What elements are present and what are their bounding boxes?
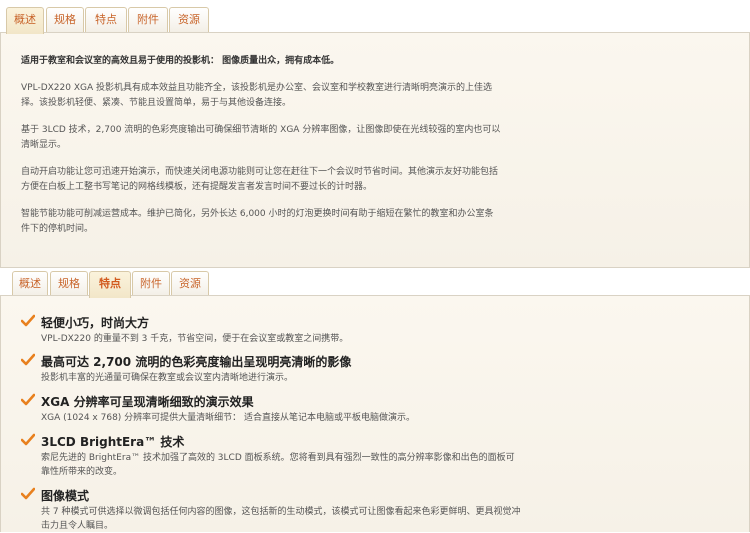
tab-overview[interactable]: 概述 — [6, 7, 44, 34]
tab-specs[interactable]: 规格 — [46, 7, 84, 32]
tab-features[interactable]: 特点 — [89, 271, 131, 298]
tab-overview[interactable]: 概述 — [12, 271, 48, 296]
tab-features[interactable]: 特点 — [85, 7, 127, 32]
feature-title: 图像模式 — [41, 489, 90, 503]
overview-paragraph-4: 智能节能功能可削减运营成本。维护已简化，另外长达 6,000 小时的灯泡更换时间… — [21, 209, 494, 234]
checkmark-icon — [21, 314, 35, 327]
checkmark-icon — [21, 353, 35, 366]
feature-title: 3LCD BrightEra™ 技术 — [41, 435, 185, 449]
feature-title: 轻便小巧，时尚大方 — [41, 316, 150, 330]
checkmark-icon — [21, 393, 35, 406]
checkmark-icon — [21, 433, 35, 446]
feature-description: 索尼先进的 BrightEra™ 技术加强了高效的 3LCD 面板系统。您将看到… — [41, 453, 515, 477]
feature-description: XGA (1024 x 768) 分辨率可提供大量清晰细节： 适合直接从笔记本电… — [41, 413, 416, 423]
feature-title: XGA 分辨率可呈现清晰细致的演示效果 — [41, 395, 254, 409]
overview-paragraph-1: VPL-DX220 XGA 投影机具有成本效益且功能齐全，该投影机是办公室、会议… — [21, 83, 492, 108]
overview-paragraph-2: 基于 3LCD 技术，2,700 流明的色彩亮度输出可确保细节清晰的 XGA 分… — [21, 125, 501, 150]
tab-specs[interactable]: 规格 — [50, 271, 88, 296]
feature-description: 共 7 种模式可供选择以微调包括任何内容的图像，这包括新的生动模式，该模式可让图… — [41, 507, 521, 531]
features-panel: 轻便小巧，时尚大方 VPL-DX220 的重量不到 3 千克，节省空间，便于在会… — [0, 295, 750, 532]
tab-resources[interactable]: 资源 — [169, 7, 209, 32]
tab-resources[interactable]: 资源 — [171, 271, 209, 296]
overview-paragraph-3: 自动开启功能让您可迅速开始演示，而快速关闭电源功能则可让您在赶往下一个会议时节省… — [21, 167, 499, 192]
tab-accessories[interactable]: 附件 — [132, 271, 170, 296]
overview-panel: 适用于教室和会议室的高效且易于使用的投影机： 图像质量出众，拥有成本低。 VPL… — [0, 32, 750, 268]
feature-description: VPL-DX220 的重量不到 3 千克，节省空间，便于在会议室或教室之间携带。 — [41, 334, 349, 344]
overview-lead: 适用于教室和会议室的高效且易于使用的投影机： 图像质量出众，拥有成本低。 — [21, 56, 340, 66]
feature-title: 最高可达 2,700 流明的色彩亮度输出呈现明亮清晰的影像 — [41, 355, 352, 369]
tab-accessories[interactable]: 附件 — [128, 7, 168, 32]
feature-description: 投影机丰富的光通量可确保在教室或会议室内清晰地进行演示。 — [41, 373, 294, 383]
checkmark-icon — [21, 487, 35, 500]
